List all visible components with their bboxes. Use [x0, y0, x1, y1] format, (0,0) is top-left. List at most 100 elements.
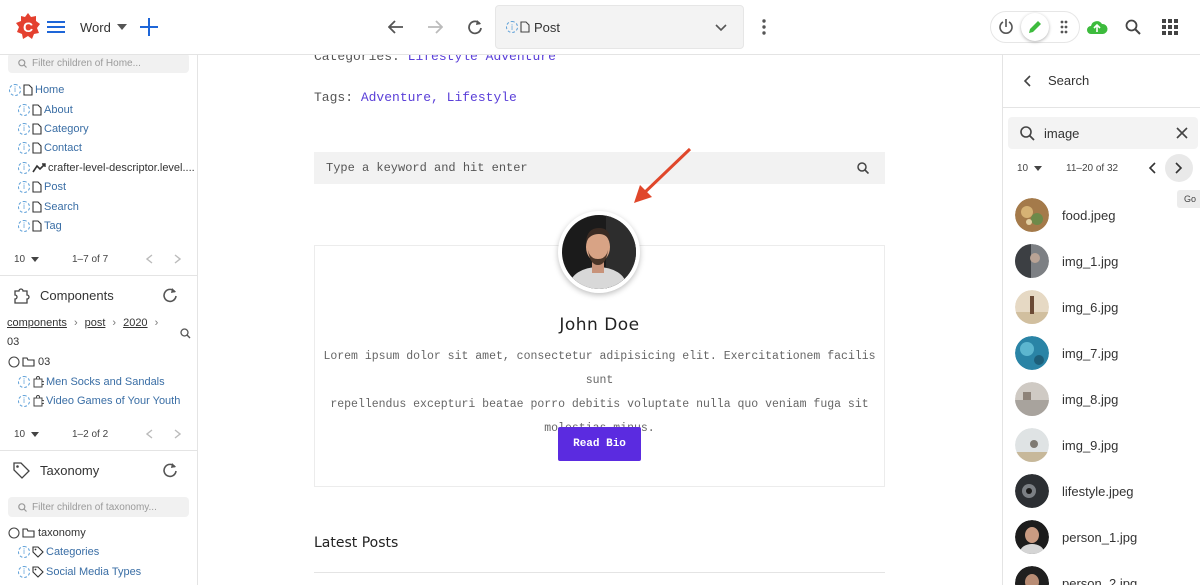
site-name: Word: [80, 19, 111, 35]
search-query: image: [1044, 125, 1080, 141]
page-icon: [32, 200, 42, 213]
search-query-input[interactable]: image: [1008, 117, 1198, 149]
info-icon: i: [18, 200, 30, 213]
tags-links[interactable]: Adventure, Lifestyle: [361, 90, 517, 105]
search-result-item[interactable]: img_7.jpg: [1015, 335, 1118, 371]
power-icon[interactable]: [995, 16, 1017, 38]
prev-page-icon[interactable]: [146, 254, 153, 264]
author-name: John Doe: [559, 315, 640, 335]
rows-per-page-select[interactable]: 10: [14, 253, 40, 265]
rows-per-page-value: 10: [14, 253, 26, 265]
info-icon: i: [18, 103, 30, 116]
more-options-icon[interactable]: [754, 16, 774, 38]
pages-filter-input[interactable]: Filter children of Home...: [8, 55, 189, 73]
refresh-icon[interactable]: [163, 288, 178, 303]
menu-icon[interactable]: [46, 17, 66, 37]
search-placeholder: Type a keyword and hit enter: [326, 161, 528, 175]
breadcrumb-item[interactable]: post: [85, 317, 106, 329]
puzzle-icon: [33, 375, 44, 387]
result-name: person_1.jpg: [1062, 529, 1138, 545]
puzzle-icon: [14, 288, 30, 304]
components-section-header[interactable]: Components: [12, 286, 114, 304]
next-page-icon[interactable]: [174, 254, 181, 264]
taxonomy-filter-input[interactable]: Filter children of taxonomy...: [8, 497, 189, 517]
info-icon: i: [18, 180, 30, 193]
chevron-down-icon[interactable]: [715, 24, 727, 32]
tree-item-contact[interactable]: i Contact: [18, 138, 82, 157]
page-icon: [32, 219, 42, 232]
back-chevron-icon[interactable]: [1023, 75, 1031, 87]
search-result-item[interactable]: lifestyle.jpeg: [1015, 473, 1134, 509]
tree-item-post[interactable]: i Post: [18, 177, 66, 196]
top-toolbar: C Word i Post: [0, 0, 1200, 55]
search-icon[interactable]: [857, 162, 869, 174]
cloud-upload-icon[interactable]: [1085, 15, 1109, 39]
categories-links[interactable]: Lifestyle Adventure: [408, 55, 556, 64]
site-switcher[interactable]: Word: [80, 17, 127, 37]
edit-pencil-icon[interactable]: [1021, 13, 1049, 41]
search-panel: Search image 10 11–20 of 32 Go food.jpeg…: [1002, 55, 1200, 585]
search-result-item[interactable]: img_9.jpg: [1015, 427, 1118, 463]
tree-item-category[interactable]: i Category: [18, 119, 89, 138]
tree-item-component[interactable]: i Video Games of Your Youth: [18, 391, 180, 410]
tree-item-label: Category: [44, 122, 89, 135]
search-result-item[interactable]: person_2.jpg: [1015, 565, 1137, 585]
tree-item-label: Tag: [44, 219, 62, 232]
prev-page-icon[interactable]: [146, 429, 153, 439]
search-result-item[interactable]: person_1.jpg: [1015, 519, 1137, 555]
forward-arrow-icon[interactable]: [424, 16, 446, 38]
apps-grid-icon[interactable]: [1159, 16, 1181, 38]
page-icon: [32, 122, 42, 135]
add-icon[interactable]: [138, 16, 160, 38]
radio-circle-icon: [8, 355, 20, 368]
latest-posts-heading: Latest Posts: [314, 535, 399, 551]
search-icon: [1020, 125, 1035, 141]
folder-icon: [22, 356, 35, 367]
search-result-item[interactable]: img_8.jpg: [1015, 381, 1118, 417]
tree-item-about[interactable]: i About: [18, 100, 73, 119]
refresh-icon[interactable]: [163, 463, 178, 478]
crafter-logo-icon[interactable]: C: [14, 12, 42, 42]
tree-item-label: About: [44, 103, 73, 116]
breadcrumb-item[interactable]: components: [7, 317, 67, 329]
tree-item-home[interactable]: i Home: [9, 80, 64, 99]
breadcrumb-item[interactable]: 2020: [123, 317, 147, 329]
search-result-item[interactable]: img_6.jpg: [1015, 289, 1118, 325]
tree-item-level-descriptor[interactable]: i crafter-level-descriptor.level....: [18, 158, 195, 177]
bio-line: Lorem ipsum dolor sit amet, consectetur …: [323, 350, 876, 387]
filter-placeholder: Filter children of Home...: [32, 57, 141, 69]
radio-circle-icon: [8, 526, 20, 539]
tags-label: Tags:: [314, 90, 354, 105]
taxonomy-section-header[interactable]: Taxonomy: [12, 461, 99, 479]
tree-item-search[interactable]: i Search: [18, 197, 79, 216]
search-icon[interactable]: [1122, 16, 1144, 38]
rows-per-page-select[interactable]: 10: [1017, 163, 1043, 174]
tree-item-tag[interactable]: i Tag: [18, 216, 62, 235]
keyword-search-input[interactable]: Type a keyword and hit enter: [314, 152, 885, 184]
url-address-bar[interactable]: i Post: [495, 5, 744, 49]
tree-item-taxonomy[interactable]: i Categories: [18, 542, 99, 561]
clear-icon[interactable]: [1176, 127, 1188, 139]
tree-item-taxonomy[interactable]: i Social Media Types: [18, 562, 141, 581]
result-name: img_8.jpg: [1062, 391, 1119, 407]
back-arrow-icon[interactable]: [385, 16, 407, 38]
rows-per-page-select[interactable]: 10: [14, 429, 40, 440]
next-page-button[interactable]: [1165, 154, 1193, 182]
tree-item-folder[interactable]: 03: [8, 352, 50, 371]
tree-item-folder[interactable]: taxonomy: [8, 523, 86, 542]
refresh-icon[interactable]: [464, 16, 486, 38]
tree-item-component[interactable]: i Men Socks and Sandals: [18, 372, 165, 391]
search-result-item[interactable]: food.jpeg: [1015, 197, 1116, 233]
post-categories: Categories: Lifestyle Adventure: [314, 55, 556, 64]
search-result-item[interactable]: img_1.jpg: [1015, 243, 1118, 279]
read-bio-button[interactable]: Read Bio: [558, 427, 641, 461]
tree-item-label: Search: [44, 200, 79, 213]
thumbnail-image: [1015, 290, 1049, 324]
bio-line: repellendus excepturi beatae porro debit…: [330, 398, 869, 411]
tag-icon: [32, 545, 44, 558]
search-icon[interactable]: [180, 328, 191, 339]
prev-page-icon[interactable]: [1148, 162, 1156, 174]
next-page-icon[interactable]: [174, 429, 181, 439]
info-icon: i: [18, 122, 30, 135]
drag-handle-icon[interactable]: [1054, 16, 1074, 38]
